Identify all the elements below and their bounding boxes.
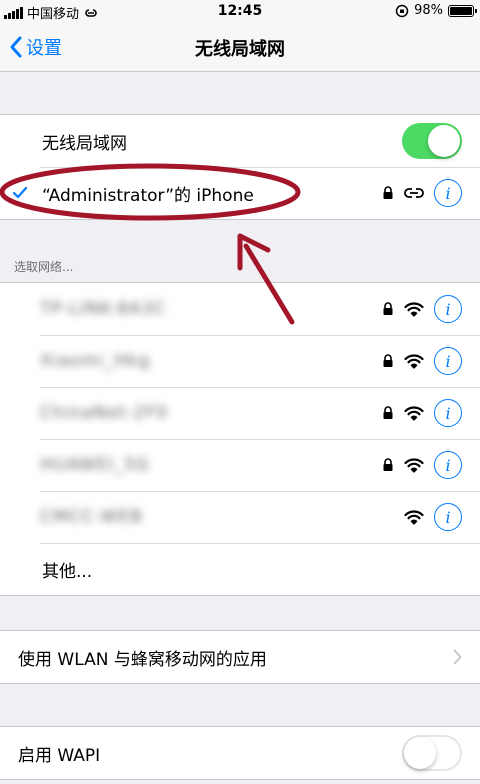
status-bar: 中国移动 12:45 98% <box>0 0 480 22</box>
other-network-row[interactable]: 其他... <box>0 543 480 595</box>
battery-icon <box>448 4 477 17</box>
apps-using-wlan-label: 使用 WLAN 与蜂窝移动网的应用 <box>18 649 267 670</box>
wlan-toggle-row: 无线局域网 <box>0 115 480 167</box>
wlan-toggle[interactable] <box>402 123 462 159</box>
chevron-right-icon <box>453 649 462 665</box>
checkmark-icon <box>12 186 28 199</box>
wapi-row: 启用 WAPI <box>0 727 480 779</box>
wapi-group: 启用 WAPI <box>0 726 480 780</box>
network-name: HUAWEI_5G <box>40 455 150 475</box>
apps-using-wlan-row[interactable]: 使用 WLAN 与蜂窝移动网的应用 <box>0 631 480 683</box>
network-row[interactable]: Xiaomi_Hkg i <box>0 335 480 387</box>
lock-icon <box>383 186 393 199</box>
network-name: Xiaomi_Hkg <box>40 351 151 371</box>
lock-icon <box>383 458 393 471</box>
wifi-icon <box>404 457 424 473</box>
status-right: 98% <box>395 3 477 18</box>
wifi-icon <box>404 509 424 525</box>
network-info-button[interactable]: i <box>434 503 462 531</box>
wapi-label: 启用 WAPI <box>18 745 101 766</box>
orientation-lock-icon <box>395 4 409 17</box>
other-network-label: 其他... <box>42 561 93 582</box>
network-list: TP-LINK-8A3C i Xiaomi_Hkg i ChinaNet-2F0… <box>0 282 480 596</box>
network-info-button[interactable]: i <box>434 451 462 479</box>
network-row[interactable]: ChinaNet-2F0 i <box>0 387 480 439</box>
wapi-toggle[interactable] <box>402 735 462 771</box>
wlan-toggle-label: 无线局域网 <box>42 133 127 154</box>
network-row[interactable]: TP-LINK-8A3C i <box>0 283 480 335</box>
lock-icon <box>383 354 393 367</box>
wifi-icon <box>404 353 424 369</box>
battery-percent: 98% <box>414 3 443 18</box>
connected-network-name: “Administrator”的 iPhone <box>42 185 254 206</box>
choose-network-header: 选取网络... <box>14 260 74 274</box>
apps-using-wlan-group: 使用 WLAN 与蜂窝移动网的应用 <box>0 630 480 684</box>
network-info-button[interactable]: i <box>434 295 462 323</box>
page-title: 无线局域网 <box>195 39 285 60</box>
network-name: TP-LINK-8A3C <box>40 299 167 319</box>
lock-icon <box>383 406 393 419</box>
network-name: ChinaNet-2F0 <box>40 403 168 423</box>
network-info-button[interactable]: i <box>434 399 462 427</box>
network-row[interactable]: CMCC-WEB i <box>0 491 480 543</box>
personal-hotspot-icon <box>404 188 424 198</box>
network-row[interactable]: HUAWEI_5G i <box>0 439 480 491</box>
lock-icon <box>383 302 393 315</box>
network-info-button[interactable]: i <box>434 179 462 207</box>
navigation-bar: 设置 无线局域网 <box>0 22 480 72</box>
annotation-arrowhead <box>237 233 271 271</box>
wifi-icon <box>404 301 424 317</box>
connected-network-row[interactable]: “Administrator”的 iPhone i <box>0 167 480 219</box>
network-name: CMCC-WEB <box>40 507 143 527</box>
wlan-group: 无线局域网 “Administrator”的 iPhone i <box>0 114 480 220</box>
network-info-button[interactable]: i <box>434 347 462 375</box>
wifi-icon <box>404 405 424 421</box>
